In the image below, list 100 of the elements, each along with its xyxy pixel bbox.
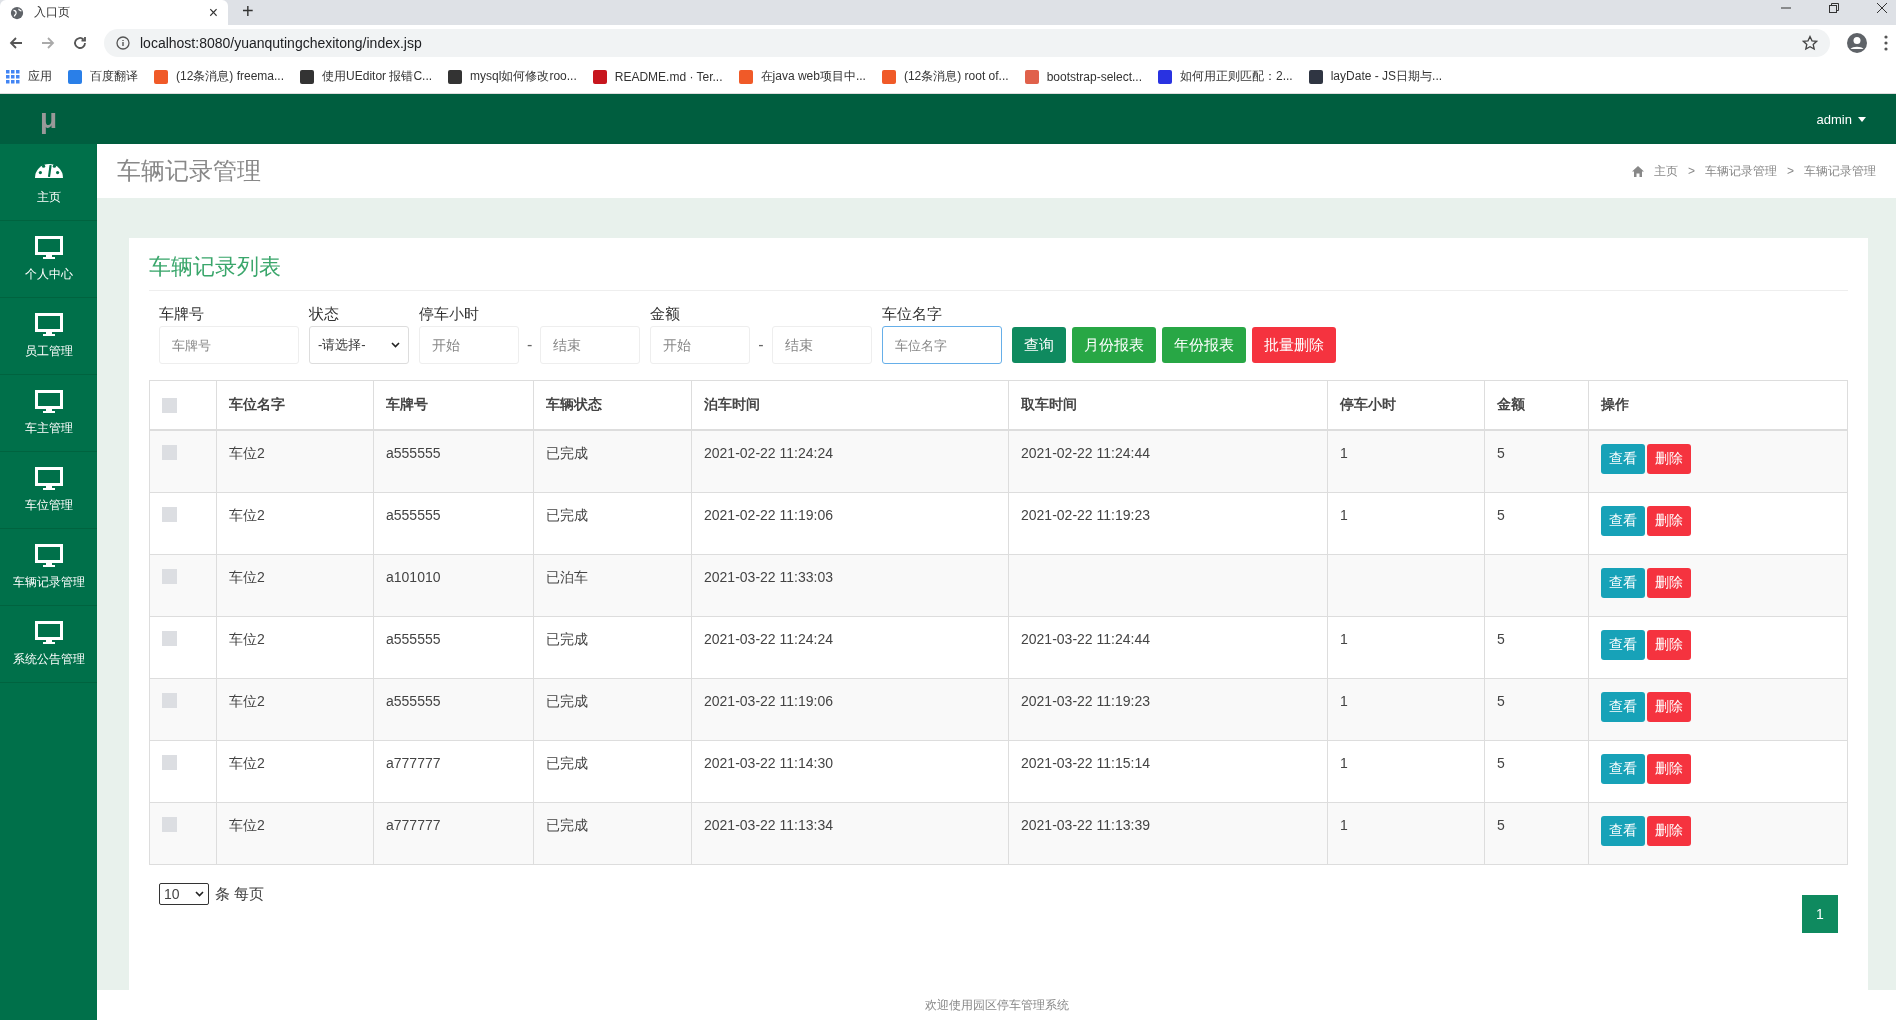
bookmark[interactable]: README.md · Ter... (592, 69, 723, 84)
field-label: 金额 (650, 305, 682, 324)
table-cell: 2021-03-22 11:15:14 (1021, 755, 1150, 771)
page-button[interactable]: 1 (1802, 895, 1838, 933)
bookmark[interactable]: 百度翻译 (68, 68, 138, 85)
checkbox[interactable] (162, 569, 177, 584)
report-button[interactable]: 月份报表 (1071, 327, 1156, 363)
table-cell: a555555 (386, 693, 441, 709)
amount-from-field[interactable]: 开始 (650, 326, 751, 364)
table-cell: 1 (1340, 693, 1348, 709)
table-cell: 5 (1497, 631, 1505, 647)
forward-icon[interactable] (40, 34, 56, 51)
bookmark[interactable]: (12条消息) freema... (154, 68, 285, 85)
table-cell: 已完成 (546, 817, 588, 833)
home-icon (1631, 165, 1644, 177)
chevron-icon (195, 891, 204, 897)
delete-button[interactable]: 删除 (1647, 630, 1691, 660)
table-cell: 1 (1340, 445, 1348, 461)
table-cell: 5 (1497, 755, 1505, 771)
bookmark[interactable]: layDate - JS日期与... (1308, 68, 1443, 85)
table-cell: 已完成 (546, 755, 588, 771)
checkbox[interactable] (162, 817, 177, 832)
close-icon[interactable] (1876, 2, 1888, 14)
reload-icon[interactable] (72, 34, 88, 51)
profile-icon[interactable] (1846, 31, 1868, 54)
checkbox[interactable] (162, 755, 177, 770)
column-header: 车位名字 (217, 381, 374, 429)
status-select[interactable]: -请选择- (309, 326, 409, 364)
bookmark[interactable]: mysql如何修改roo... (448, 68, 577, 85)
hours-to-field[interactable]: 结束 (540, 326, 641, 364)
bookmark[interactable]: bootstrap-select... (1024, 69, 1142, 84)
page-size-label: 条 每页 (215, 884, 265, 904)
info-icon (116, 35, 130, 50)
table-cell: a101010 (386, 569, 441, 585)
plate-field[interactable]: 车牌号 (159, 326, 299, 364)
table-cell: 2021-03-22 11:33:03 (704, 569, 833, 585)
search-button[interactable]: 查询 (1011, 327, 1066, 363)
checkbox[interactable] (162, 507, 177, 522)
table-cell: a555555 (386, 507, 441, 523)
logo: μ (0, 94, 97, 144)
table-cell: 已完成 (546, 631, 588, 647)
page-size-select[interactable]: 10 (159, 883, 209, 905)
checkbox[interactable] (162, 397, 177, 413)
column-header: 停车小时 (1328, 381, 1485, 429)
range-dash: - (758, 336, 764, 354)
delete-button[interactable]: 删除 (1647, 816, 1691, 846)
user-menu[interactable]: admin (1816, 111, 1866, 127)
star-icon[interactable] (1802, 34, 1818, 51)
bookmark[interactable]: 应用 (6, 68, 52, 85)
delete-button[interactable]: 删除 (1647, 506, 1691, 536)
hours-from-field[interactable]: 开始 (419, 326, 519, 364)
range-dash: - (527, 336, 533, 354)
column-header: 车辆状态 (534, 381, 692, 429)
monitor-icon (34, 312, 63, 337)
breadcrumb-link[interactable]: 车辆记录管理 (1705, 162, 1777, 180)
column-header: 取车时间 (1009, 381, 1328, 429)
checkbox[interactable] (162, 445, 177, 460)
table-cell: 2021-02-22 11:24:24 (704, 445, 833, 461)
column-header: 操作 (1600, 395, 1630, 414)
table-cell: 5 (1497, 817, 1505, 833)
globe-icon (10, 5, 24, 20)
bookmark[interactable]: 使用UEditor 报错C... (300, 68, 433, 85)
danger-button[interactable]: 批量删除 (1251, 327, 1336, 363)
table-cell: 2021-03-22 11:14:30 (704, 755, 833, 771)
table-cell: 2021-02-22 11:19:06 (704, 507, 833, 523)
back-icon[interactable] (8, 34, 24, 51)
table-cell: 2021-03-22 11:13:39 (1021, 817, 1150, 833)
breadcrumb-link[interactable]: 车辆记录管理 (1804, 162, 1876, 180)
table-cell: 1 (1340, 817, 1348, 833)
monitor-icon (34, 543, 63, 568)
table-cell: 2021-03-22 11:19:06 (704, 693, 833, 709)
space-name-field[interactable]: 车位名字 (881, 326, 1002, 364)
new-tab-button[interactable]: + (242, 0, 254, 23)
breadcrumb-link[interactable]: 主页 (1653, 162, 1678, 180)
bookmark[interactable]: 如何用正则匹配：2... (1158, 68, 1293, 85)
close-tab-button[interactable]: × (208, 3, 218, 22)
table-cell: 已泊车 (546, 569, 588, 585)
footer-text: 欢迎使用园区停车管理系统 (924, 996, 1069, 1014)
checkbox[interactable] (162, 693, 177, 708)
delete-button[interactable]: 删除 (1647, 754, 1691, 784)
table-cell: 2021-03-22 11:24:44 (1021, 631, 1150, 647)
delete-button[interactable]: 删除 (1647, 692, 1691, 722)
table-cell: 2021-03-22 11:19:23 (1021, 693, 1150, 709)
browser-tab[interactable]: 入口页 × (0, 0, 228, 25)
checkbox[interactable] (162, 631, 177, 646)
address-field[interactable]: localhost:8080/yuanqutingchexitong/index.jsp (104, 28, 1830, 57)
table-cell: 车位2 (229, 569, 265, 585)
amount-to-field[interactable]: 结束 (771, 326, 872, 364)
table-cell: 2021-03-22 11:13:34 (704, 817, 833, 833)
menu-icon[interactable] (1884, 34, 1888, 51)
bookmark[interactable]: 在java web项目中... (738, 68, 866, 85)
delete-button[interactable]: 删除 (1647, 568, 1691, 598)
tab-title: 入口页 (34, 4, 70, 21)
table-cell: 车位2 (229, 507, 265, 523)
bookmark[interactable]: (12条消息) root of... (881, 68, 1009, 85)
delete-button[interactable]: 删除 (1647, 444, 1691, 474)
table-cell: 车位2 (229, 445, 265, 461)
report-button[interactable]: 年份报表 (1161, 327, 1246, 363)
restore-icon[interactable] (1828, 2, 1840, 14)
table-cell: 车位2 (229, 693, 265, 709)
